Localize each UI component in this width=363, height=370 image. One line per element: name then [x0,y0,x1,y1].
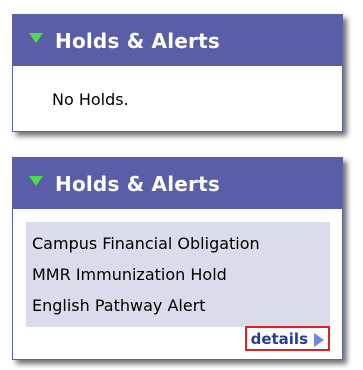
no-holds-message: No Holds. [52,90,129,109]
holds-alerts-panel-list: Holds & Alerts Campus Financial Obligati… [12,157,343,360]
alerts-list: Campus Financial Obligation MMR Immuniza… [26,222,330,327]
arrow-right-icon[interactable] [314,332,324,347]
panel-title: Holds & Alerts [55,28,220,53]
alert-item-mmr-immunization-hold[interactable]: MMR Immunization Hold [32,259,330,290]
panel-body: No Holds. [13,66,342,109]
alert-item-english-pathway-alert[interactable]: English Pathway Alert [32,290,330,321]
details-link[interactable]: details [244,326,330,351]
panel-title: Holds & Alerts [55,171,220,196]
alert-item-campus-financial-obligation[interactable]: Campus Financial Obligation [32,228,330,259]
triangle-down-icon[interactable] [29,173,43,187]
triangle-down-icon[interactable] [29,30,43,44]
panel-header[interactable]: Holds & Alerts [13,158,342,209]
panel-header[interactable]: Holds & Alerts [13,15,342,66]
holds-alerts-panel-empty: Holds & Alerts No Holds. [12,14,343,132]
details-label[interactable]: details [251,330,308,348]
